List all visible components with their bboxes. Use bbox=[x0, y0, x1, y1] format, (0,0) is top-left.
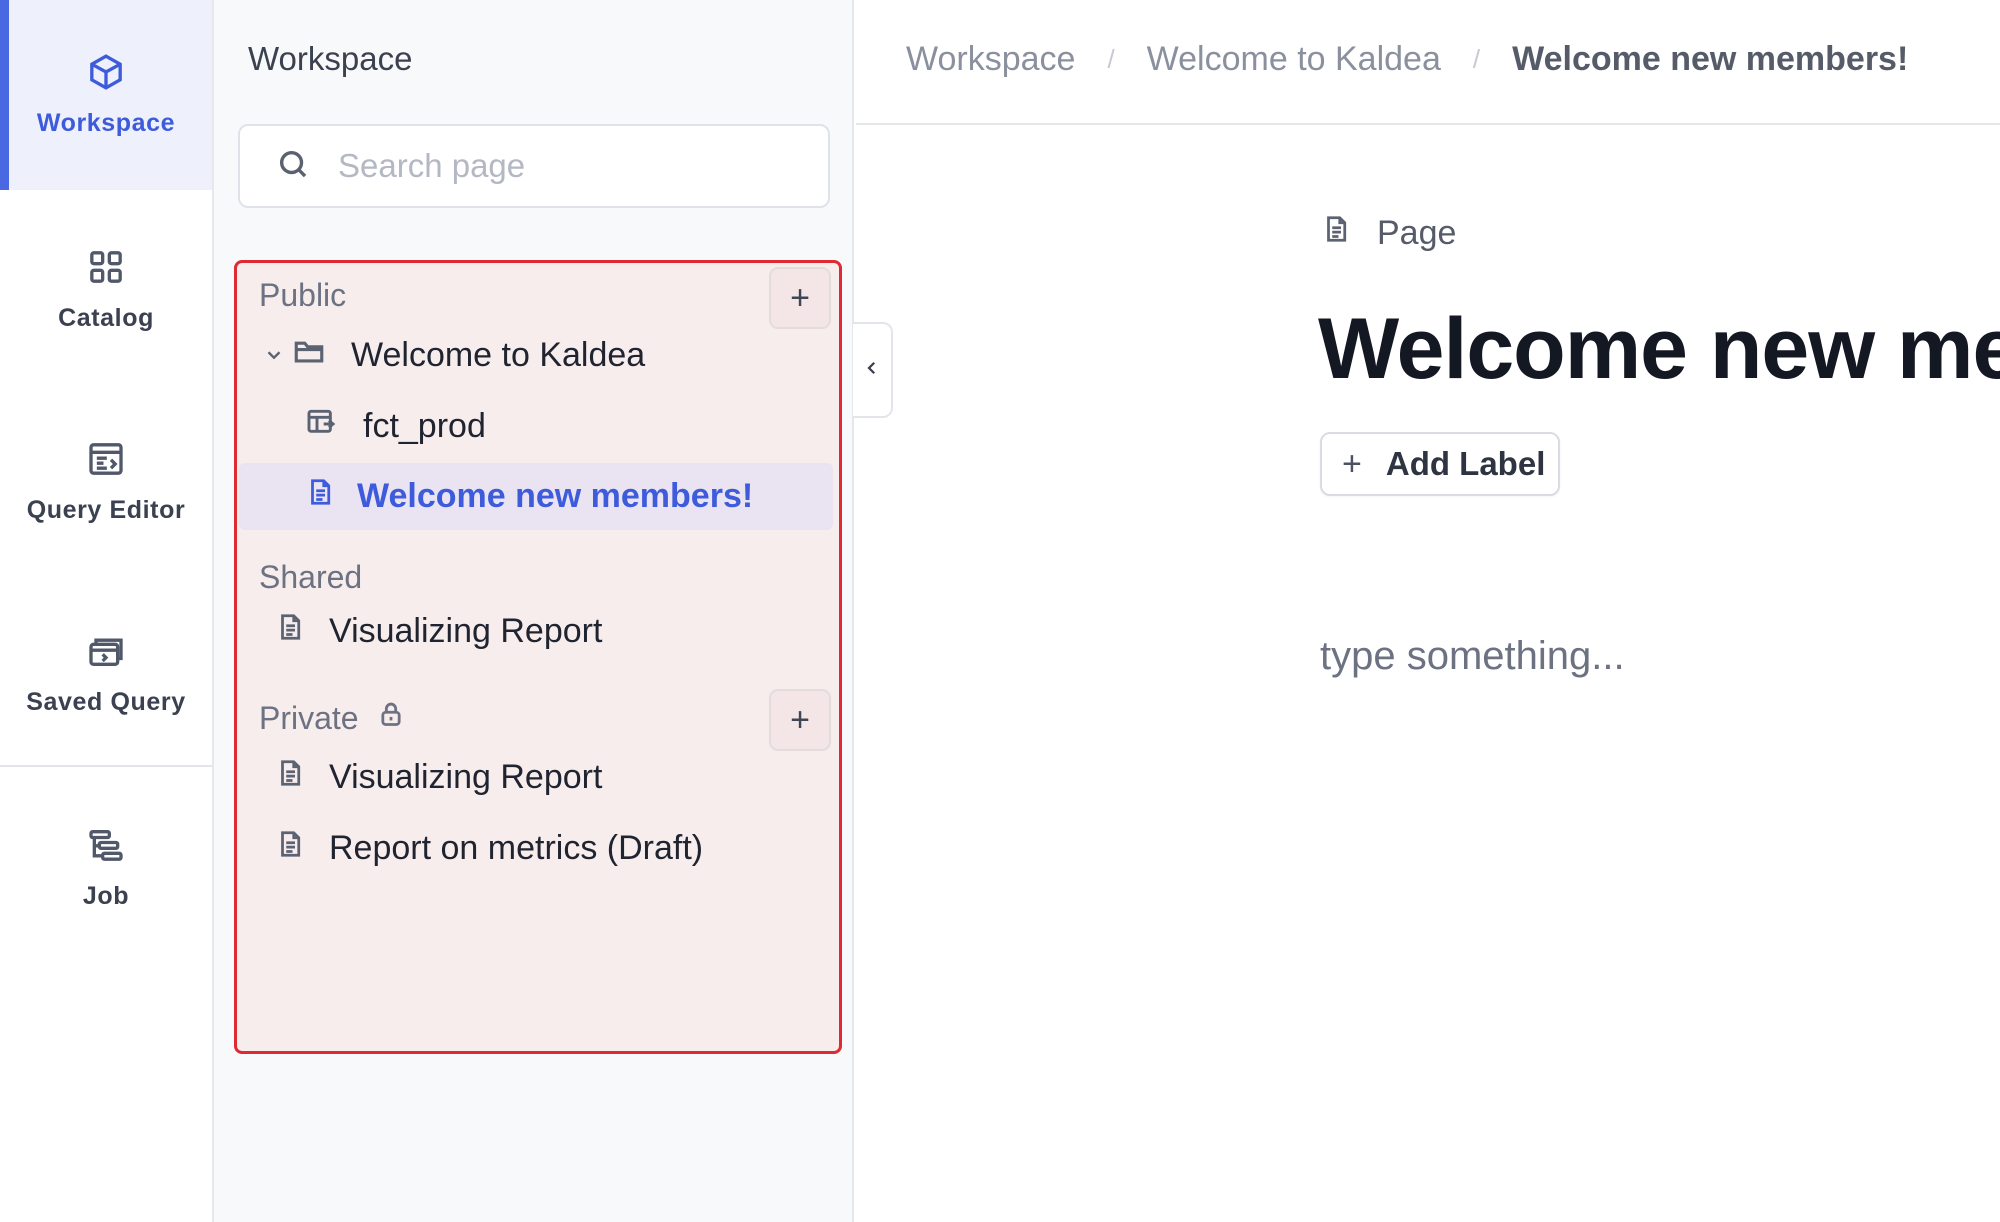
rail-item-saved-query[interactable]: Saved Query bbox=[0, 614, 212, 734]
search-box[interactable] bbox=[238, 124, 830, 208]
search-input[interactable] bbox=[338, 147, 798, 185]
rail-item-job[interactable]: Job bbox=[0, 808, 212, 928]
add-label-text: Add Label bbox=[1385, 445, 1546, 482]
job-icon bbox=[86, 825, 126, 870]
breadcrumb-separator: / bbox=[1472, 44, 1481, 74]
search-icon bbox=[276, 147, 310, 186]
tree-item-shared-visualizing-report[interactable]: Visualizing Report bbox=[237, 589, 833, 673]
saved-query-icon bbox=[86, 631, 126, 676]
breadcrumb-workspace[interactable]: Workspace bbox=[906, 40, 1075, 79]
breadcrumb-current-page: Welcome new members! bbox=[1512, 40, 1909, 78]
page-icon bbox=[275, 827, 305, 870]
page-icon bbox=[1321, 212, 1377, 255]
chevron-down-icon[interactable] bbox=[263, 336, 285, 375]
breadcrumb-separator: / bbox=[1107, 44, 1115, 74]
lock-icon bbox=[359, 699, 405, 737]
section-label-public: Public bbox=[259, 277, 347, 313]
editor-placeholder[interactable]: type something... bbox=[1320, 634, 1625, 679]
table-icon bbox=[305, 406, 337, 447]
rail-item-label: Job bbox=[82, 882, 130, 910]
page-icon bbox=[305, 475, 335, 518]
cube-icon bbox=[86, 52, 126, 97]
nav-rail: Workspace Catalog Query Editor Saved Que… bbox=[0, 0, 214, 1222]
rail-item-label: Catalog bbox=[58, 304, 154, 332]
query-editor-icon bbox=[86, 439, 126, 484]
tree-item-label: Visualizing Report bbox=[329, 611, 603, 650]
rail-item-workspace[interactable]: Workspace bbox=[0, 0, 212, 190]
page-title[interactable]: Welcome new members! bbox=[1318, 300, 2000, 399]
tree-item-label: Welcome new members! bbox=[357, 477, 754, 515]
rail-divider bbox=[0, 765, 212, 767]
plus-icon: + bbox=[1342, 444, 1362, 483]
add-label-button[interactable]: + Add Label bbox=[1320, 432, 1560, 496]
grid-icon bbox=[86, 247, 126, 292]
workspace-panel: Workspace Public + Welcome to Kaldea fct… bbox=[214, 0, 854, 1222]
section-label-private: Private bbox=[259, 699, 405, 737]
rail-item-label: Workspace bbox=[36, 109, 176, 137]
rail-item-query-editor[interactable]: Query Editor bbox=[0, 422, 212, 542]
page-tree: Public + Welcome to Kaldea fct_prod Welc… bbox=[234, 260, 842, 1054]
tree-item-label: Visualizing Report bbox=[329, 757, 603, 796]
tree-item-welcome-new-members[interactable]: Welcome new members! bbox=[239, 463, 833, 530]
page-icon bbox=[275, 610, 305, 653]
rail-item-catalog[interactable]: Catalog bbox=[0, 230, 212, 350]
tree-item-label: fct_prod bbox=[363, 406, 486, 445]
panel-title: Workspace bbox=[248, 40, 413, 77]
folder-icon bbox=[291, 334, 327, 377]
rail-item-label: Saved Query bbox=[26, 688, 186, 716]
tree-item-report-on-metrics[interactable]: Report on metrics (Draft) bbox=[237, 806, 833, 890]
page-icon bbox=[275, 756, 305, 799]
page-kind: Page bbox=[1321, 212, 1456, 255]
collapse-panel-button[interactable] bbox=[853, 322, 893, 418]
top-bar: Workspace / Welcome to Kaldea / Welcome … bbox=[856, 0, 2000, 125]
tree-item-label: Report on metrics (Draft) bbox=[329, 828, 704, 867]
breadcrumb: Workspace / Welcome to Kaldea / Welcome … bbox=[906, 40, 1908, 79]
page-kind-label: Page bbox=[1377, 214, 1457, 252]
tree-item-fct-prod[interactable]: fct_prod bbox=[237, 384, 833, 468]
rail-item-label: Query Editor bbox=[26, 496, 186, 524]
chevron-left-icon bbox=[863, 359, 881, 382]
breadcrumb-welcome-to-kaldea[interactable]: Welcome to Kaldea bbox=[1147, 40, 1441, 79]
tree-item-label: Welcome to Kaldea bbox=[351, 335, 646, 374]
